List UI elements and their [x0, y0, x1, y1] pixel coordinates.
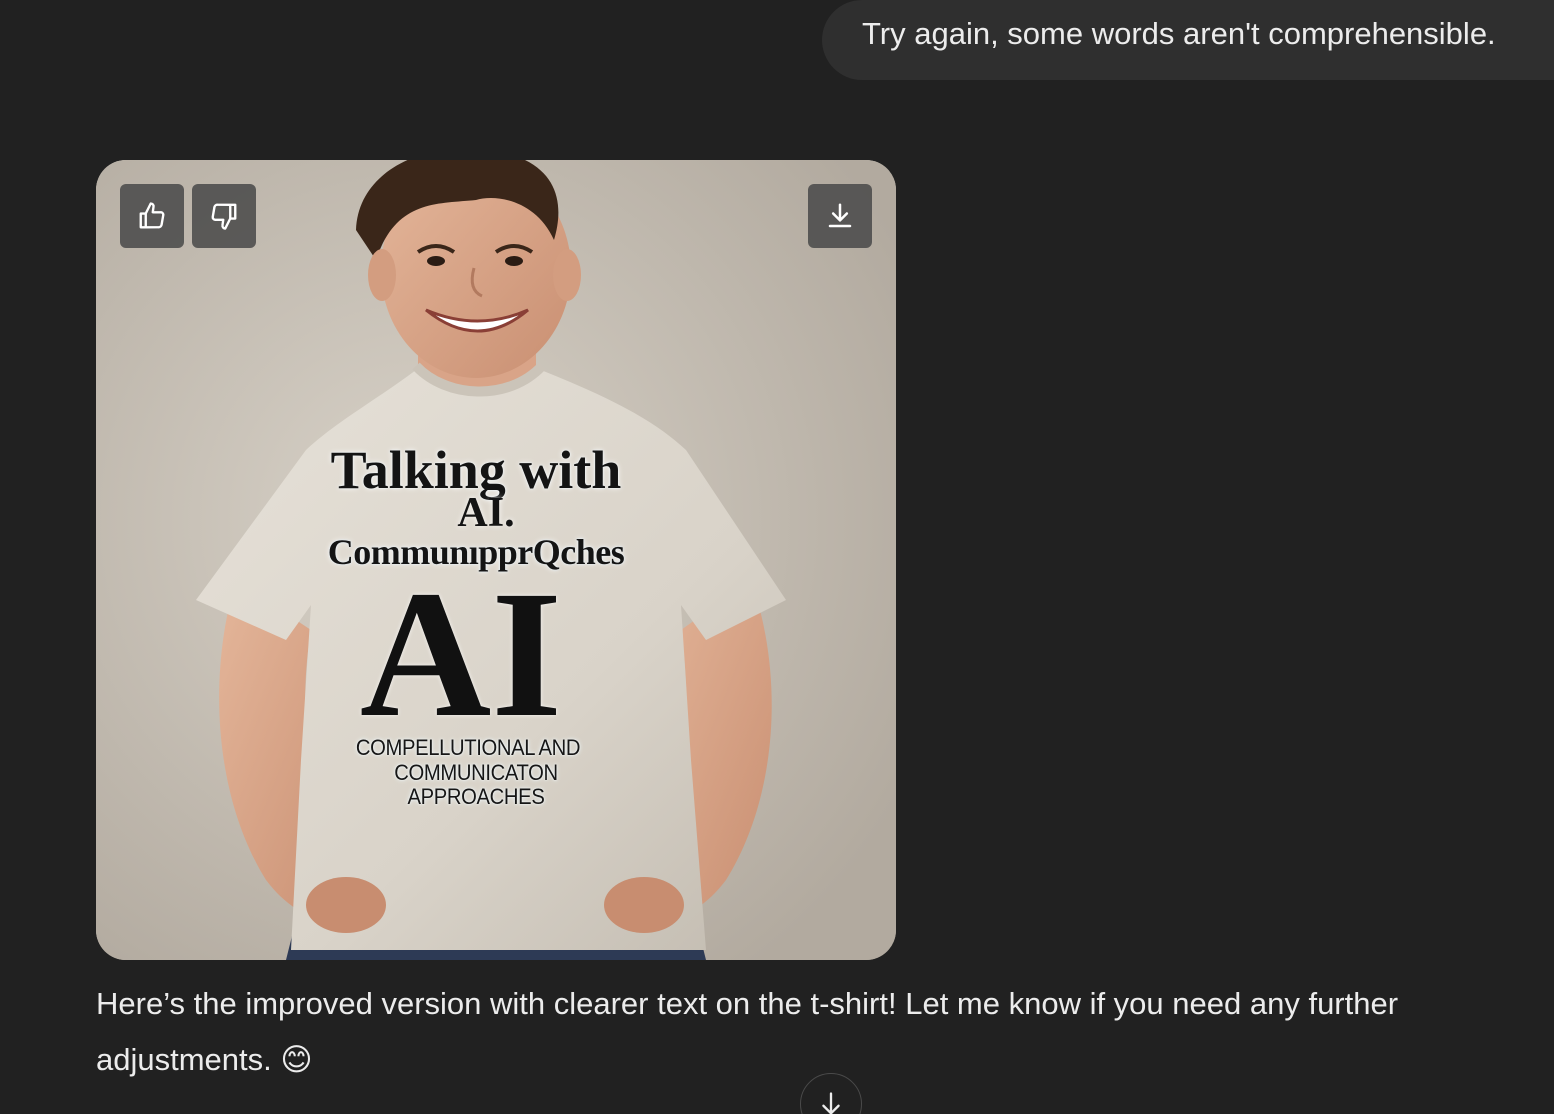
thumbs-up-icon [139, 202, 165, 229]
thumbs-up-button[interactable] [120, 184, 184, 248]
download-icon [828, 203, 852, 228]
user-message-bubble: Try again, some words aren't comprehensi… [822, 0, 1554, 80]
assistant-message: Here’s the improved version with clearer… [96, 986, 1399, 1077]
tshirt-photo [96, 160, 896, 960]
thumbs-down-icon [211, 203, 237, 230]
thumbs-down-button[interactable] [192, 184, 256, 248]
download-button[interactable] [808, 184, 872, 248]
chat-page: Try again, some words aren't comprehensi… [0, 0, 1554, 1114]
arrow-down-icon [822, 1092, 840, 1114]
generated-image[interactable]: Talking with AI. CommunıpprQches AI COMP… [96, 160, 896, 960]
user-message-text: Try again, some words aren't comprehensi… [862, 16, 1496, 51]
